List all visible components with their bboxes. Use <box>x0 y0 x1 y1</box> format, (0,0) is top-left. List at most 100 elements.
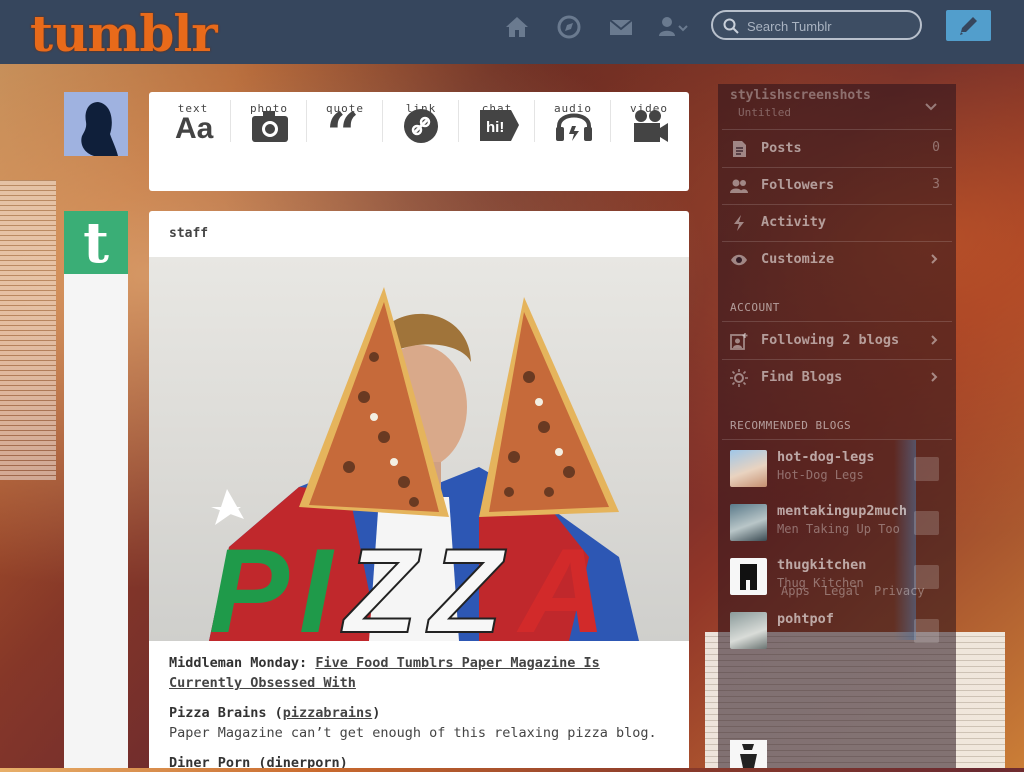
item2-title: Diner Porn (dinerporn) <box>169 755 348 768</box>
sidebar-item-label: Followers <box>761 177 835 193</box>
sidebar-item-count: 3 <box>932 177 940 192</box>
svg-text:hi!: hi! <box>486 119 504 136</box>
blog-avatar <box>730 558 767 595</box>
inbox-icon[interactable] <box>608 14 634 40</box>
recommended-blog-name: thugkitchen <box>777 557 867 573</box>
chevron-down-icon[interactable] <box>925 102 937 112</box>
post-type-video[interactable]: video <box>611 92 687 162</box>
text-icon: Aa <box>175 112 214 144</box>
sidebar-blog-subtitle: Untitled <box>738 106 791 119</box>
search-icon <box>723 18 739 34</box>
chevron-right-icon <box>931 254 938 264</box>
sidebar-item-count: 0 <box>932 140 940 155</box>
blog-avatar <box>730 504 767 541</box>
link-icon <box>404 109 438 143</box>
svg-text:A: A <box>516 524 606 641</box>
eye-icon <box>731 254 747 266</box>
post-type-audio[interactable]: audio <box>535 92 611 162</box>
intro-prefix: Middleman Monday: <box>169 655 316 671</box>
sidebar-item-label: Activity <box>761 214 827 230</box>
find-blogs-icon <box>730 369 748 387</box>
pencil-icon <box>960 17 977 35</box>
pizza-photo-illustration: P I Z Z A <box>209 287 639 641</box>
recommended-blog-name: hot-dog-legs <box>777 449 875 465</box>
post-type-photo[interactable]: photo <box>231 92 307 162</box>
item1-title-suffix: ) <box>372 705 381 721</box>
recommended-blog[interactable]: hot-dog-legs Hot-Dog Legs <box>722 446 940 492</box>
sidebar-item-find-blogs[interactable]: Find Blogs <box>722 359 952 396</box>
home-icon[interactable] <box>504 14 530 40</box>
footer-link-privacy[interactable]: Privacy <box>874 584 925 598</box>
chevron-right-icon <box>931 372 938 382</box>
user-avatar[interactable] <box>64 92 128 156</box>
chat-icon: hi! <box>480 110 519 141</box>
post-type-bar: text Aa photo quote “ link chat hi! audi… <box>149 92 689 191</box>
footer-links: Apps Legal Privacy <box>781 584 939 598</box>
post-type-chat[interactable]: chat hi! <box>459 92 535 162</box>
account-icon[interactable] <box>658 14 690 40</box>
staff-avatar[interactable]: t <box>64 211 128 275</box>
svg-text:Aa: Aa <box>175 112 214 144</box>
item1-title-prefix: Pizza Brains ( <box>169 705 283 721</box>
left-avatar-rail <box>64 274 128 768</box>
post-type-link[interactable]: link <box>383 92 459 162</box>
follow-button[interactable] <box>914 511 939 535</box>
tumblr-logo[interactable]: tumblr <box>30 6 218 62</box>
svg-text:“: “ <box>327 108 359 144</box>
sidebar-blog-name[interactable]: stylishscreenshots <box>730 88 871 103</box>
svg-text:Z: Z <box>426 524 507 641</box>
background-paper-texture <box>0 180 56 480</box>
sidebar-item-followers[interactable]: Followers 3 <box>722 167 952 205</box>
silhouette-icon <box>81 102 118 156</box>
item1-link[interactable]: pizzabrains <box>283 705 372 721</box>
recommended-blog[interactable]: mentakingup2much Men Taking Up Too <box>722 500 940 546</box>
blog-avatar <box>730 612 767 649</box>
dashboard-post: staff P I Z Z A Middleman Monday: Five F… <box>149 211 689 768</box>
recommended-blog[interactable]: pohtpof <box>722 608 940 654</box>
item1-description: Paper Magazine can’t get enough of this … <box>169 725 657 741</box>
sidebar-item-following[interactable]: Following 2 blogs <box>722 322 952 360</box>
sidebar-item-customize[interactable]: Customize <box>722 241 952 278</box>
recommended-blog-title: Hot-Dog Legs <box>777 468 864 482</box>
sidebar-item-label: Posts <box>761 140 802 156</box>
followers-icon <box>730 179 748 193</box>
post-type-text[interactable]: text Aa <box>155 92 231 162</box>
recommended-blog-title: Men Taking Up Too <box>777 522 900 536</box>
recommended-blog-name: mentakingup2much <box>777 503 908 519</box>
tumblr-t-icon: t <box>83 210 109 276</box>
posts-icon <box>733 141 746 157</box>
camera-icon <box>252 111 288 142</box>
blog-avatar <box>730 450 767 487</box>
video-camera-icon <box>634 110 668 142</box>
account-section-title: ACCOUNT <box>730 301 780 314</box>
pizza-logo-letter-p: P <box>209 524 290 641</box>
follow-button[interactable] <box>914 619 939 643</box>
sidebar-item-label: Following 2 blogs <box>761 332 900 348</box>
post-type-quote[interactable]: quote “ <box>307 92 383 162</box>
activity-icon <box>734 215 744 231</box>
sidebar-item-activity[interactable]: Activity <box>722 204 952 242</box>
svg-text:I: I <box>299 524 335 641</box>
compose-button[interactable] <box>946 10 991 41</box>
top-header: tumblr <box>0 0 1024 64</box>
post-author[interactable]: staff <box>169 226 208 241</box>
recommended-section-title: RECOMMENDED BLOGS <box>730 419 852 432</box>
explore-icon[interactable] <box>556 14 582 40</box>
follow-button[interactable] <box>914 457 939 481</box>
following-icon <box>730 333 748 350</box>
sidebar-item-posts[interactable]: Posts 0 <box>722 130 952 168</box>
chevron-right-icon <box>931 335 938 345</box>
search-box[interactable] <box>711 10 922 40</box>
blog-avatar <box>730 740 767 768</box>
search-input[interactable] <box>745 15 917 37</box>
quote-icon: “ <box>327 108 359 144</box>
recommended-blog-name: pohtpof <box>777 611 834 627</box>
sidebar-item-label: Customize <box>761 251 835 267</box>
headphones-icon <box>556 113 592 141</box>
footer-link-apps[interactable]: Apps <box>781 584 810 598</box>
post-body: Middleman Monday: Five Food Tumblrs Pape… <box>169 653 669 768</box>
svg-text:Z: Z <box>341 524 422 641</box>
sidebar-item-label: Find Blogs <box>761 369 843 385</box>
footer-link-legal[interactable]: Legal <box>824 584 860 598</box>
post-photo[interactable]: P I Z Z A <box>149 257 689 641</box>
